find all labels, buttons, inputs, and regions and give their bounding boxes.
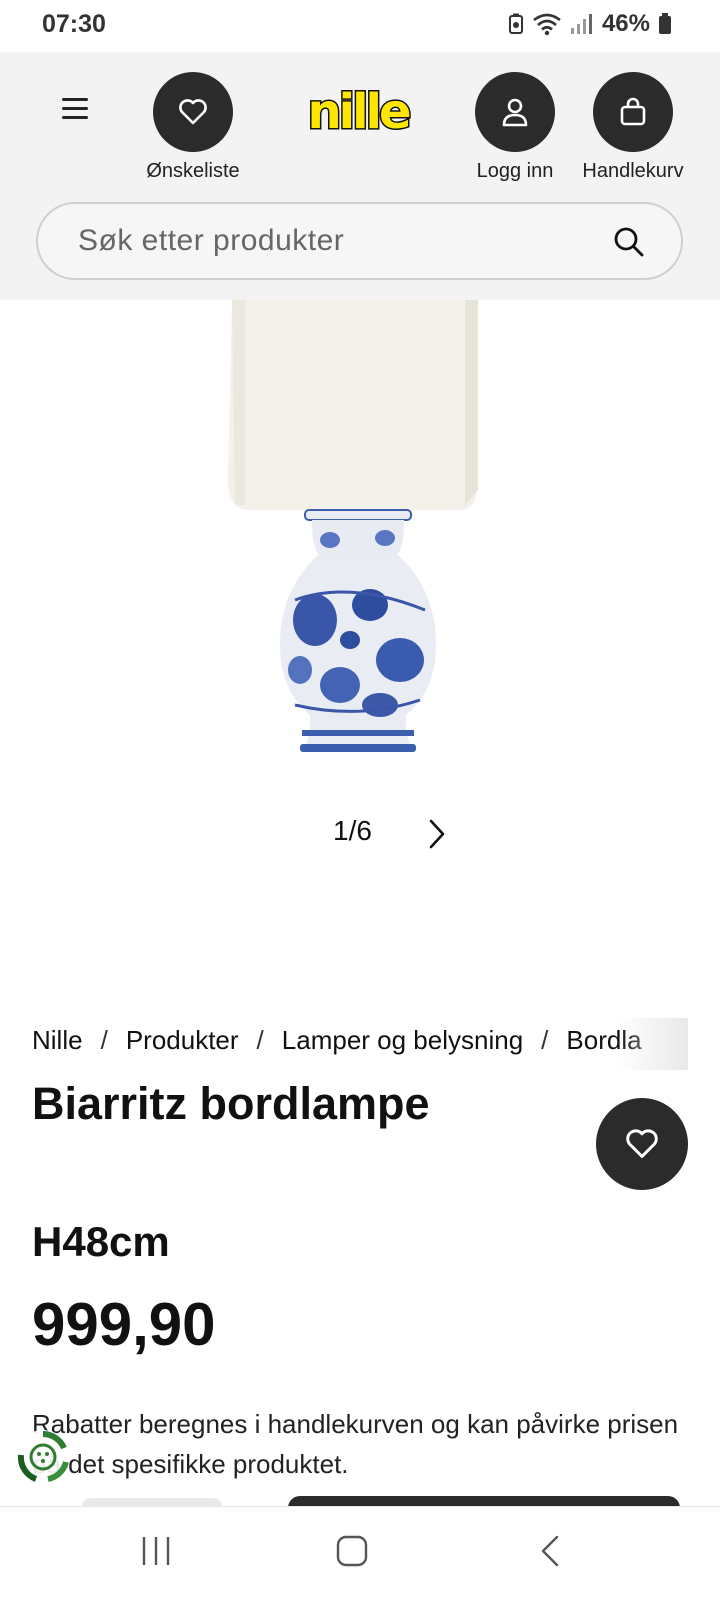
product-title: Biarritz bordlampe: [32, 1078, 430, 1129]
pager-count: 1/6: [333, 815, 372, 846]
heart-icon: [626, 1129, 658, 1158]
battery-saver-icon: [508, 13, 523, 34]
discount-note: Rabatter beregnes i handlekurven og kan …: [32, 1409, 679, 1479]
login-button[interactable]: [475, 72, 555, 152]
cart-button[interactable]: [593, 72, 673, 152]
back-icon[interactable]: [540, 1535, 560, 1567]
system-nav-bar: [0, 1506, 720, 1600]
breadcrumb-fade: [618, 1018, 688, 1070]
wifi-icon: [533, 13, 561, 36]
signal-icon: [570, 14, 592, 34]
shopping-bag-icon: [620, 97, 646, 126]
breadcrumb: Nille / Produkter / Lamper og belysning / Bord…: [32, 1025, 642, 1055]
breadcrumb-item[interactable]: Produkter: [126, 1025, 239, 1055]
nille-logo[interactable]: nille: [298, 82, 418, 142]
search-input[interactable]: Søk etter produkter: [36, 202, 683, 280]
site-header: Ønskeliste nille Logg inn Handlekurv Søk…: [0, 52, 720, 300]
search-placeholder: Søk etter produkter: [78, 224, 345, 257]
status-bar: 07:30 46%: [0, 0, 720, 52]
login-label[interactable]: Logg inn: [455, 160, 575, 183]
image-pager: 1/6: [0, 815, 720, 855]
battery-percent: 46%: [601, 10, 650, 37]
product-price: 999,90: [32, 1291, 216, 1358]
user-icon: [502, 98, 528, 127]
search-icon[interactable]: [613, 226, 645, 258]
status-icons: 46%: [508, 10, 672, 38]
recent-apps-icon[interactable]: [140, 1535, 172, 1567]
svg-text:nille: nille: [307, 84, 410, 140]
breadcrumb-item[interactable]: Nille: [32, 1025, 83, 1055]
product-variant: H48cm: [32, 1218, 170, 1265]
heart-icon: [179, 99, 207, 125]
cart-label[interactable]: Handlekurv: [573, 160, 693, 183]
home-icon[interactable]: [336, 1535, 368, 1567]
add-to-wishlist-button[interactable]: [596, 1098, 688, 1190]
menu-button[interactable]: [62, 98, 92, 124]
status-time: 07:30: [42, 10, 106, 38]
chevron-right-icon[interactable]: [428, 819, 446, 849]
wishlist-label[interactable]: Ønskeliste: [133, 160, 253, 183]
eco-recycle-icon[interactable]: [14, 1428, 72, 1486]
wishlist-button[interactable]: [153, 72, 233, 152]
battery-icon: [659, 13, 671, 34]
breadcrumb-item[interactable]: Lamper og belysning: [282, 1025, 523, 1055]
product-image[interactable]: [200, 300, 500, 780]
